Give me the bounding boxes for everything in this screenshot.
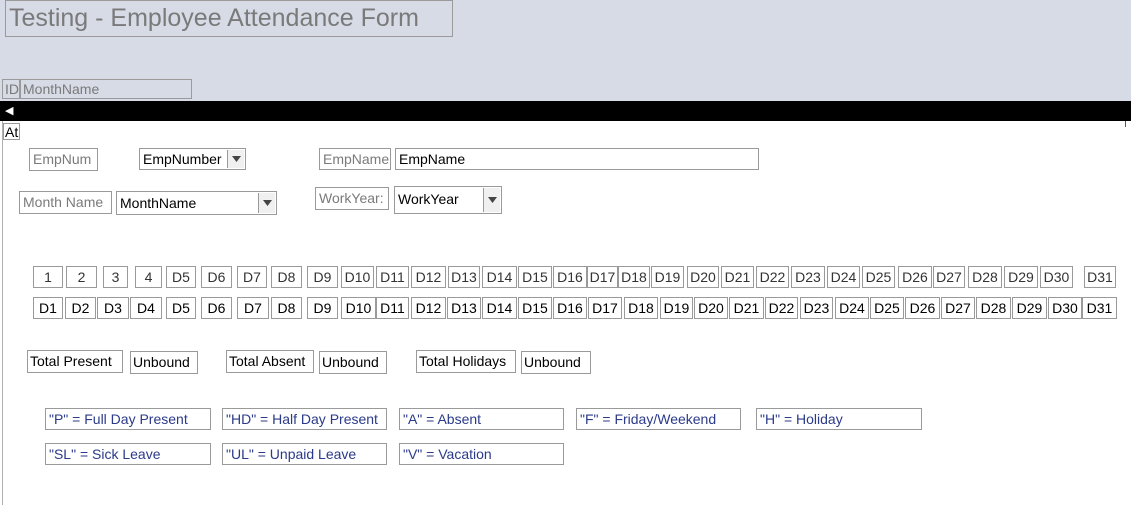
empname-textbox[interactable]: EmpName (395, 148, 759, 170)
day-textbox-15[interactable]: D15 (518, 297, 552, 319)
chevron-down-icon[interactable] (483, 188, 500, 212)
day-label-30[interactable]: D30 (1040, 266, 1073, 288)
legend-friday-weekend[interactable]: "F" = Friday/Weekend (576, 408, 741, 430)
empnumber-combo[interactable]: EmpNumber (139, 148, 246, 170)
day-label-3[interactable]: 3 (103, 266, 128, 288)
legend-sick-leave[interactable]: "SL" = Sick Leave (45, 443, 211, 465)
day-label-8[interactable]: D8 (271, 266, 302, 288)
day-textbox-30[interactable]: D30 (1048, 297, 1082, 319)
day-textbox-7[interactable]: D7 (237, 297, 269, 319)
day-label-27[interactable]: D27 (933, 266, 965, 288)
total-absent-textbox[interactable]: Unbound (319, 351, 387, 374)
day-label-14[interactable]: D14 (482, 266, 517, 288)
day-label-26[interactable]: D26 (898, 266, 932, 288)
day-textbox-13[interactable]: D13 (447, 297, 481, 319)
monthname-combo[interactable]: MonthName (116, 191, 277, 215)
day-textbox-25[interactable]: D25 (870, 297, 904, 319)
day-textbox-31[interactable]: D31 (1082, 297, 1117, 319)
workyear-combo[interactable]: WorkYear (394, 186, 502, 214)
day-label-29[interactable]: D29 (1004, 266, 1038, 288)
day-label-1[interactable]: 1 (33, 266, 63, 288)
workyear-label[interactable]: WorkYear: (315, 187, 389, 210)
day-label-23[interactable]: D23 (791, 266, 825, 288)
day-textbox-1[interactable]: D1 (33, 297, 63, 319)
day-label-20[interactable]: D20 (687, 266, 719, 288)
legend-vacation[interactable]: "V" = Vacation (399, 443, 564, 465)
day-textbox-8[interactable]: D8 (271, 297, 302, 319)
form-header-section: Testing - Employee Attendance Form ID Mo… (0, 0, 1131, 101)
day-textbox-29[interactable]: D29 (1012, 297, 1047, 319)
total-holidays-textbox[interactable]: Unbound (521, 351, 591, 374)
day-textbox-3[interactable]: D3 (97, 297, 129, 319)
total-absent-label[interactable]: Total Absent (226, 350, 314, 373)
day-textbox-27[interactable]: D27 (941, 297, 975, 319)
header-monthname-label[interactable]: MonthName (20, 79, 192, 99)
day-textbox-16[interactable]: D16 (553, 297, 587, 319)
legend-holiday[interactable]: "H" = Holiday (756, 408, 922, 430)
detail-section-label: Detail (24, 104, 55, 118)
empnum-label[interactable]: EmpNum (29, 148, 98, 171)
day-textbox-12[interactable]: D12 (411, 297, 446, 319)
chevron-down-icon[interactable] (227, 150, 244, 168)
day-label-25[interactable]: D25 (862, 266, 895, 288)
empnumber-value: EmpNumber (143, 151, 222, 167)
header-id-label[interactable]: ID (2, 79, 20, 99)
day-textbox-2[interactable]: D2 (65, 297, 96, 319)
day-label-11[interactable]: D11 (376, 266, 409, 288)
day-textbox-26[interactable]: D26 (905, 297, 940, 319)
day-label-16[interactable]: D16 (553, 266, 587, 288)
form-title-label[interactable]: Testing - Employee Attendance Form (5, 0, 453, 37)
monthname-value: MonthName (120, 195, 197, 211)
day-textbox-19[interactable]: D19 (660, 297, 693, 319)
day-label-15[interactable]: D15 (518, 266, 552, 288)
day-label-24[interactable]: D24 (827, 266, 860, 288)
day-label-10[interactable]: D10 (341, 266, 374, 288)
empname-label[interactable]: EmpName (319, 148, 391, 170)
section-collapse-icon[interactable]: ◀ (5, 101, 13, 121)
legend-absent[interactable]: "A" = Absent (399, 408, 564, 430)
chevron-down-icon[interactable] (258, 193, 275, 213)
day-textbox-4[interactable]: D4 (130, 297, 162, 319)
day-label-28[interactable]: D28 (968, 266, 1002, 288)
day-textbox-5[interactable]: D5 (166, 297, 196, 319)
day-textbox-10[interactable]: D10 (341, 297, 376, 319)
day-textbox-14[interactable]: D14 (482, 297, 517, 319)
day-textbox-18[interactable]: D18 (624, 297, 658, 319)
day-label-22[interactable]: D22 (756, 266, 789, 288)
workyear-value: WorkYear (398, 191, 459, 207)
legend-half-day-present[interactable]: "HD" = Half Day Present (222, 408, 387, 430)
day-label-9[interactable]: D9 (307, 266, 338, 288)
day-label-12[interactable]: D12 (411, 266, 446, 288)
day-label-18[interactable]: D18 (618, 266, 650, 288)
day-textbox-23[interactable]: D23 (800, 297, 833, 319)
day-label-13[interactable]: D13 (448, 266, 480, 288)
day-textbox-11[interactable]: D11 (376, 297, 409, 319)
day-label-31[interactable]: D31 (1084, 266, 1116, 288)
total-present-label[interactable]: Total Present (27, 350, 123, 373)
day-textbox-22[interactable]: D22 (765, 297, 798, 319)
section-right-edge (1125, 121, 1126, 127)
day-label-2[interactable]: 2 (66, 266, 97, 288)
at-textbox[interactable]: At (3, 123, 20, 140)
day-label-5[interactable]: D5 (166, 266, 196, 288)
day-textbox-28[interactable]: D28 (976, 297, 1011, 319)
day-label-19[interactable]: D19 (651, 266, 684, 288)
day-label-21[interactable]: D21 (721, 266, 754, 288)
day-label-4[interactable]: 4 (135, 266, 162, 288)
total-present-textbox[interactable]: Unbound (130, 351, 198, 374)
detail-section-bar[interactable]: ◀ Detail (0, 101, 1131, 121)
day-textbox-20[interactable]: D20 (694, 297, 728, 319)
day-label-17[interactable]: D17 (587, 266, 618, 288)
legend-unpaid-leave[interactable]: "UL" = Unpaid Leave (222, 443, 387, 465)
legend-full-day-present[interactable]: "P" = Full Day Present (45, 408, 211, 430)
day-textbox-6[interactable]: D6 (201, 297, 232, 319)
day-textbox-17[interactable]: D17 (588, 297, 622, 319)
day-textbox-9[interactable]: D9 (307, 297, 338, 319)
total-holidays-label[interactable]: Total Holidays (416, 350, 516, 373)
monthname-label[interactable]: Month Name (19, 191, 112, 214)
day-textbox-21[interactable]: D21 (729, 297, 764, 319)
day-textbox-24[interactable]: D24 (835, 297, 869, 319)
day-label-7[interactable]: D7 (237, 266, 267, 288)
day-label-6[interactable]: D6 (201, 266, 232, 288)
